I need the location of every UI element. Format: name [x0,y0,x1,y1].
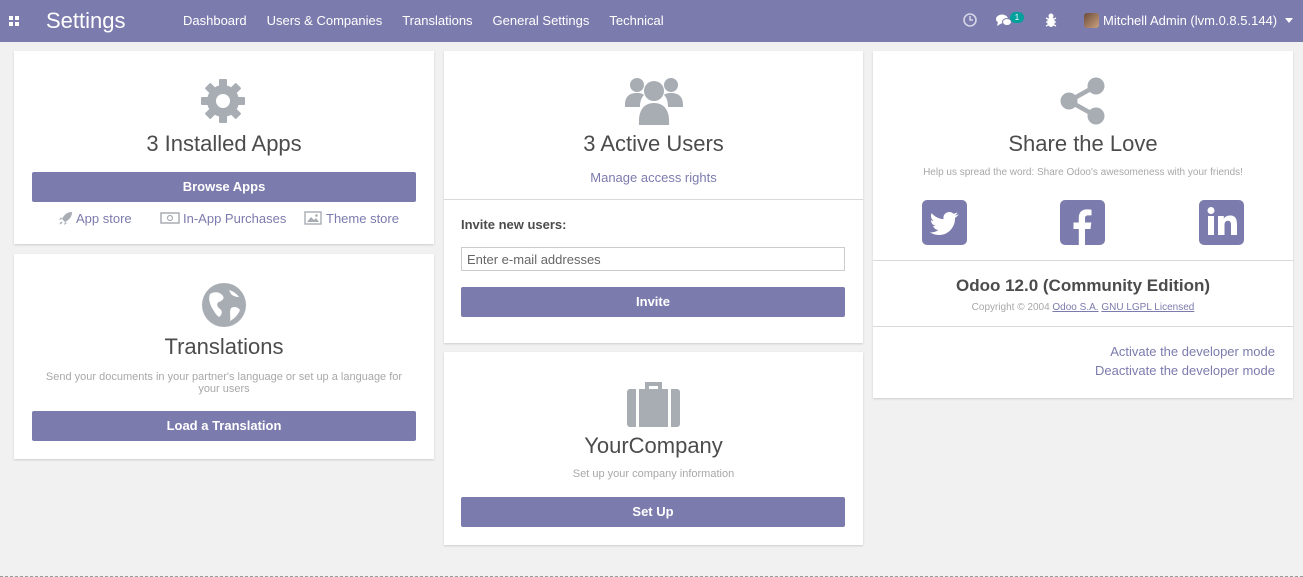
money-icon [160,210,183,226]
company-title: YourCompany [584,433,723,458]
menu-general-settings[interactable]: General Settings [483,0,600,42]
invite-button[interactable]: Invite [461,287,845,317]
load-translation-button[interactable]: Load a Translation [32,411,416,441]
installed-apps-title: 3 Installed Apps [146,131,302,156]
copyright-line: Copyright © 2004 Odoo S.A. GNU LGPL Lice… [873,302,1293,313]
license-link[interactable]: GNU LGPL Licensed [1101,302,1194,313]
picture-icon [304,210,326,226]
divider [873,260,1293,261]
translations-title: Translations [164,334,284,359]
share-subtitle: Help us spread the word: Share Odoo's aw… [923,167,1243,178]
copyright-text: Copyright © 2004 [971,302,1050,313]
users-card: 3 Active Users Manage access rights Invi… [444,51,863,343]
briefcase-icon [627,380,680,432]
globe-icon [201,282,247,333]
company-subtitle: Set up your company information [572,468,735,480]
theme-store-link[interactable]: Theme store [304,210,399,226]
linkedin-icon[interactable] [1199,200,1244,245]
clock-icon[interactable] [960,0,980,42]
menu-technical[interactable]: Technical [599,0,673,42]
deactivate-developer-mode-link[interactable]: Deactivate the developer mode [1095,363,1275,378]
active-users-title: 3 Active Users [583,131,724,156]
bug-icon[interactable] [1042,0,1060,42]
browse-apps-button[interactable]: Browse Apps [32,172,416,202]
translations-card: Translations Send your documents in your… [14,254,434,459]
share-title: Share the Love [1008,131,1158,156]
divider [444,199,863,200]
top-navbar: Settings Dashboard Users & Companies Tra… [0,0,1303,42]
user-menu[interactable]: Mitchell Admin (lvm.0.8.5.144) [1103,0,1277,42]
odoo-sa-link[interactable]: Odoo S.A. [1052,302,1098,313]
in-app-purchases-link[interactable]: In-App Purchases [160,210,286,226]
menu-dashboard[interactable]: Dashboard [173,0,257,42]
activate-developer-mode-link[interactable]: Activate the developer mode [1110,344,1275,359]
rocket-icon [58,210,76,226]
chevron-down-icon[interactable] [1285,18,1293,23]
apps-menu-icon[interactable] [0,0,30,42]
apps-card: 3 Installed Apps Browse Apps App store I… [14,51,434,244]
divider [873,326,1293,327]
company-card: YourCompany Set up your company informat… [444,352,863,545]
share-card: Share the Love Help us spread the word: … [873,51,1293,398]
main-menu: Dashboard Users & Companies Translations… [173,0,674,42]
gear-icon [199,77,247,130]
translations-subtitle: Send your documents in your partner's la… [45,371,403,395]
avatar[interactable] [1084,13,1099,28]
app-store-link[interactable]: App store [58,210,132,226]
manage-access-rights-link[interactable]: Manage access rights [444,170,863,185]
email-addresses-input[interactable] [461,247,845,271]
facebook-icon[interactable] [1060,200,1105,245]
app-store-label: App store [76,210,132,226]
share-icon [1059,77,1107,130]
menu-translations[interactable]: Translations [392,0,482,42]
app-title: Settings [46,8,126,33]
twitter-icon[interactable] [922,200,967,245]
set-up-button[interactable]: Set Up [461,497,845,527]
in-app-purchases-label: In-App Purchases [183,210,287,226]
users-icon [625,75,683,132]
invite-new-users-label: Invite new users: [461,217,567,232]
messages-count-badge: 1 [1010,12,1024,23]
menu-users-companies[interactable]: Users & Companies [257,0,393,42]
theme-store-label: Theme store [326,210,399,226]
edition-label: Odoo 12.0 (Community Edition) [955,276,1211,295]
